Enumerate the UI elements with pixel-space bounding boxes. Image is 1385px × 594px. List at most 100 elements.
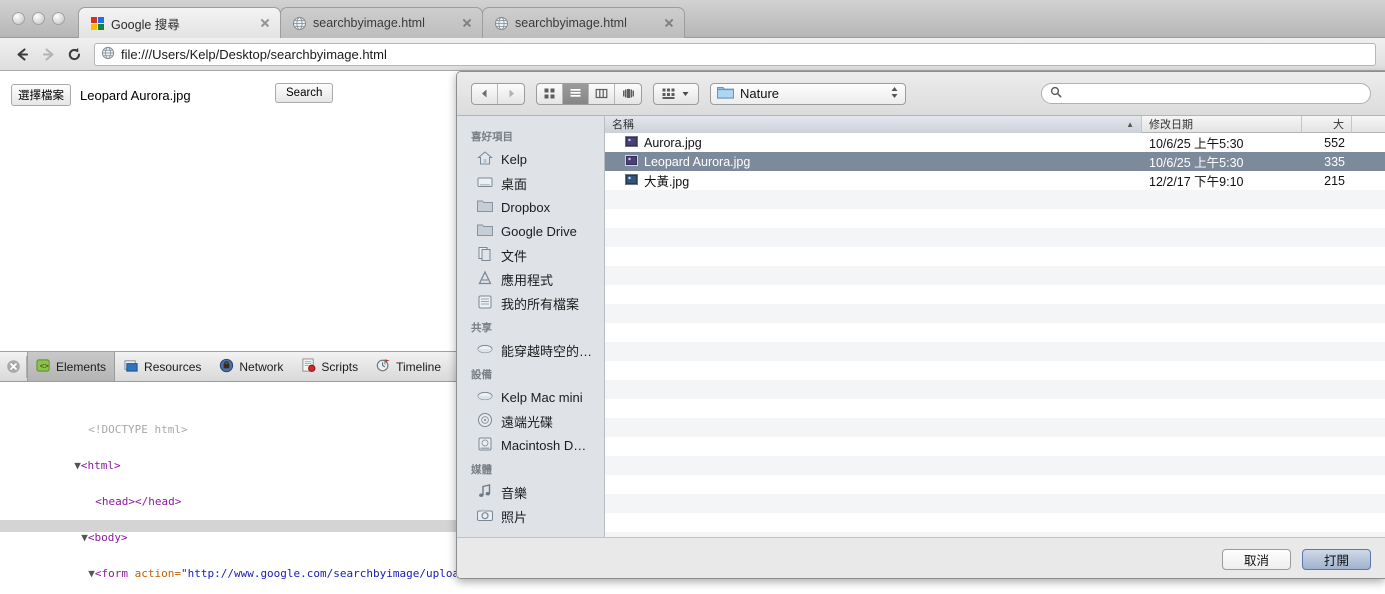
open-button[interactable]: 打開 <box>1302 548 1371 570</box>
close-icon[interactable] <box>662 16 676 30</box>
empty-file-row <box>605 247 1385 266</box>
sidebar-section-header: 喜好項目 <box>471 131 513 143</box>
sidebar-item-dropbox[interactable]: Dropbox <box>457 195 604 219</box>
sidebar-item-label: Macintosh D… <box>501 437 587 453</box>
file-name-cell: Aurora.jpg <box>605 135 1142 150</box>
music-note-icon <box>477 483 493 502</box>
close-icon[interactable] <box>460 16 474 30</box>
choose-file-button[interactable]: 選擇檔案 <box>11 84 71 106</box>
sidebar-item-google-drive[interactable]: Google Drive <box>457 219 604 243</box>
source-form-open: <form <box>94 567 128 580</box>
dialog-forward-button[interactable] <box>498 84 524 104</box>
reload-icon[interactable] <box>61 41 87 67</box>
column-header-label: 大 <box>1333 119 1344 131</box>
column-header-date-modified[interactable]: 修改日期 <box>1142 116 1302 133</box>
arrange-icon <box>654 84 698 104</box>
devtools-tab-resources[interactable]: Resources <box>115 352 210 381</box>
browser-tabs: Google 搜尋 searchbyimage.html searchbyima… <box>78 7 685 38</box>
column-header-size[interactable]: 大 <box>1302 116 1352 133</box>
window-traffic-lights <box>12 12 65 25</box>
source-doctype: <!DOCTYPE html> <box>88 423 188 436</box>
sidebar-item-label: 我的所有檔案 <box>501 296 580 312</box>
forward-icon[interactable] <box>35 41 61 67</box>
close-window-button[interactable] <box>12 12 25 25</box>
devtools-tab-scripts[interactable]: Scripts <box>292 352 367 381</box>
sidebar-item-documents[interactable]: 文件 <box>457 243 604 267</box>
disk-icon <box>477 390 493 405</box>
minimize-window-button[interactable] <box>32 12 45 25</box>
elements-source-tree[interactable]: <!DOCTYPE html> ▼<html> <head></head> ▼<… <box>0 382 456 594</box>
devtools-toolbar: <> Elements Resources Network Scripts Ti… <box>0 352 456 382</box>
devtools-tab-elements[interactable]: <> Elements <box>27 352 116 381</box>
file-size-cell: 552 <box>1324 135 1345 150</box>
icon-view-button[interactable] <box>537 83 563 104</box>
folder-icon <box>477 223 493 240</box>
file-row[interactable]: Aurora.jpg 10/6/25 上午5:30 552 <box>605 133 1385 152</box>
empty-file-row <box>605 304 1385 323</box>
empty-file-row <box>605 532 1385 537</box>
arrange-button[interactable] <box>653 82 699 105</box>
browser-tab-1[interactable]: searchbyimage.html <box>280 7 483 38</box>
sidebar-item-desktop[interactable]: 桌面 <box>457 171 604 195</box>
sidebar-item-label: Kelp <box>501 151 528 167</box>
sidebar-item-kelp[interactable]: Kelp <box>457 147 604 171</box>
sidebar-item-applications[interactable]: 應用程式 <box>457 267 604 291</box>
empty-file-row <box>605 399 1385 418</box>
folder-icon <box>717 85 734 102</box>
source-body-open: <body> <box>87 531 128 544</box>
applications-icon <box>477 269 493 289</box>
column-view-button[interactable] <box>589 83 615 104</box>
empty-file-row <box>605 228 1385 247</box>
sidebar-item-label: Google Drive <box>501 223 577 239</box>
column-header-name[interactable]: 名稱 ▲ <box>605 116 1142 133</box>
devtools-tab-label: Elements <box>56 359 107 374</box>
file-date-cell: 12/2/17 下午9:10 <box>1149 175 1244 189</box>
empty-file-row <box>605 361 1385 380</box>
disclosure-triangle-icon[interactable]: ▼ <box>88 567 95 580</box>
back-icon[interactable] <box>9 41 35 67</box>
disclosure-triangle-icon[interactable]: ▼ <box>81 531 88 544</box>
search-field[interactable] <box>1041 83 1371 104</box>
browser-tab-2[interactable]: searchbyimage.html <box>482 7 685 38</box>
dialog-back-button[interactable] <box>472 83 498 104</box>
devtools-close-icon[interactable] <box>0 359 26 374</box>
zoom-window-button[interactable] <box>52 12 65 25</box>
camera-icon <box>477 508 493 525</box>
network-icon <box>219 358 234 376</box>
source-line-selected: ▼<body> <box>0 520 456 544</box>
devtools-tab-timeline[interactable]: Timeline <box>367 352 450 381</box>
jpg-thumb-icon <box>625 173 638 188</box>
address-bar[interactable]: file:///Users/Kelp/Desktop/searchbyimage… <box>94 42 1376 66</box>
devtools-tab-network[interactable]: Network <box>210 352 292 381</box>
empty-file-row <box>605 323 1385 342</box>
current-folder-popup[interactable]: Nature <box>710 82 906 105</box>
search-submit-button[interactable]: Search <box>275 83 334 103</box>
disclosure-triangle-icon[interactable]: ▼ <box>74 459 81 472</box>
list-view-button[interactable] <box>563 83 589 104</box>
cancel-button[interactable]: 取消 <box>1222 548 1291 570</box>
search-input[interactable] <box>1067 86 1362 101</box>
globe-favicon <box>292 16 307 31</box>
sidebar-item-kelp-mac-mini[interactable]: Kelp Mac mini <box>457 385 604 409</box>
view-mode-buttons <box>536 82 642 105</box>
resources-icon <box>124 358 139 376</box>
sidebar-item-shared-computer[interactable]: 能穿越時空的… <box>457 338 604 362</box>
file-row[interactable]: 大黃.jpg 12/2/17 下午9:10 215 <box>605 171 1385 190</box>
file-name-cell: Leopard Aurora.jpg <box>605 154 1142 169</box>
source-head: <head></head> <box>95 495 182 508</box>
coverflow-view-button[interactable] <box>615 84 641 104</box>
source-form-attr-name: action= <box>134 567 181 580</box>
browser-tab-0[interactable]: Google 搜尋 <box>78 7 281 38</box>
browser-tab-title: Google 搜尋 <box>111 17 180 32</box>
desktop-icon <box>477 174 493 193</box>
sidebar-item-music[interactable]: 音樂 <box>457 480 604 504</box>
sidebar-item-all-my-files[interactable]: 我的所有檔案 <box>457 291 604 315</box>
empty-file-row <box>605 285 1385 304</box>
close-icon[interactable] <box>258 16 272 30</box>
stepper-arrows-icon <box>890 85 899 103</box>
sidebar-item-macintosh-hd[interactable]: Macintosh D… <box>457 433 604 457</box>
sidebar-item-photos[interactable]: 照片 <box>457 504 604 528</box>
empty-file-row <box>605 190 1385 209</box>
file-row-selected[interactable]: Leopard Aurora.jpg 10/6/25 上午5:30 335 <box>605 152 1385 171</box>
sidebar-item-remote-disc[interactable]: 遠端光碟 <box>457 409 604 433</box>
